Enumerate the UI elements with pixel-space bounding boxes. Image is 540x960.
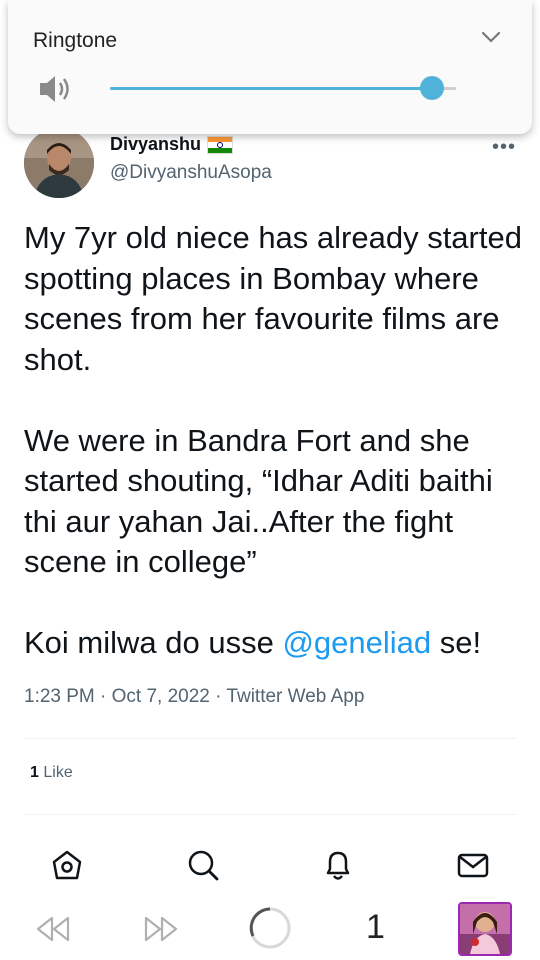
home-icon[interactable]	[50, 848, 84, 882]
tweet-text: My 7yr old niece has already started spo…	[24, 218, 524, 664]
speaker-icon[interactable]	[38, 72, 74, 111]
likes-count[interactable]: 1 Like	[30, 764, 73, 782]
divider	[24, 814, 516, 815]
chevron-down-icon[interactable]	[480, 30, 502, 49]
tweet-timestamp[interactable]: 1:23 PM · Oct 7, 2022 · Twitter Web App	[24, 686, 364, 708]
tweet-body: My 7yr old niece has already started spo…	[24, 220, 522, 660]
bottom-navigation	[0, 830, 540, 900]
tab-count[interactable]: 1	[366, 908, 385, 947]
volume-popup: Ringtone	[8, 0, 532, 134]
author-handle[interactable]: @DivyanshuAsopa	[110, 162, 272, 184]
tab-thumbnail[interactable]	[458, 902, 512, 956]
volume-slider-fill	[110, 87, 432, 90]
like-count-number: 1	[30, 764, 39, 781]
divider	[24, 738, 516, 739]
volume-stream-label: Ringtone	[33, 29, 118, 52]
author-name[interactable]: Divyanshu	[110, 134, 234, 155]
messages-icon[interactable]	[456, 848, 490, 882]
like-label: Like	[43, 764, 73, 781]
volume-slider-thumb[interactable]	[419, 76, 444, 100]
search-icon[interactable]	[186, 848, 220, 882]
tweet-body-end: se!	[431, 625, 482, 660]
back-icon[interactable]	[34, 914, 72, 949]
forward-icon[interactable]	[142, 914, 180, 949]
author-avatar[interactable]	[24, 128, 94, 198]
india-flag-emoji	[207, 135, 234, 154]
loading-spinner-icon[interactable]	[248, 906, 292, 955]
mention-link[interactable]: @geneliad	[282, 625, 431, 660]
volume-slider[interactable]	[110, 76, 456, 100]
more-options-icon[interactable]: •••	[492, 136, 516, 159]
author-name-text[interactable]: Divyanshu	[110, 134, 201, 155]
notifications-icon[interactable]	[321, 848, 355, 882]
